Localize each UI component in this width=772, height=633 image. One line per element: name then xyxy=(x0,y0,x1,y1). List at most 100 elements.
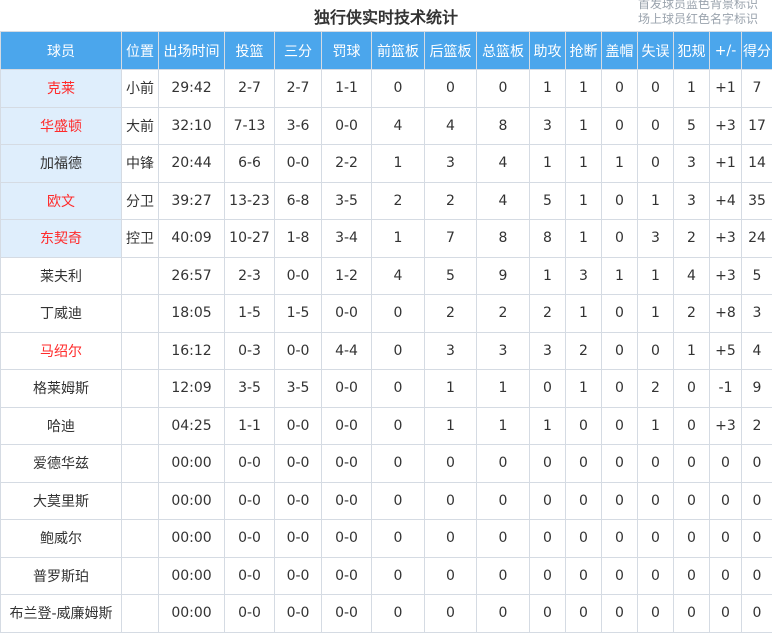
stat-cell: 0 xyxy=(742,482,772,520)
stat-cell: 1 xyxy=(566,107,602,145)
player-position xyxy=(122,407,159,445)
column-header[interactable]: 球员 xyxy=(1,32,122,70)
player-name[interactable]: 爱德华兹 xyxy=(1,445,122,483)
stat-cell: 0 xyxy=(372,557,425,595)
stat-cell: 0 xyxy=(674,557,710,595)
player-name[interactable]: 华盛顿 xyxy=(1,107,122,145)
stat-cell: 3 xyxy=(477,332,530,370)
stat-cell: 1 xyxy=(425,370,477,408)
stat-cell: 0 xyxy=(674,407,710,445)
stat-cell: 4 xyxy=(372,107,425,145)
stat-cell: 0 xyxy=(530,482,566,520)
column-header[interactable]: 失误 xyxy=(638,32,674,70)
player-position: 小前 xyxy=(122,70,159,108)
stat-cell: 1-8 xyxy=(275,220,322,258)
stat-cell: 0 xyxy=(602,482,638,520)
stat-cell: 0-0 xyxy=(225,595,275,633)
column-header[interactable]: 犯规 xyxy=(674,32,710,70)
stat-cell: +1 xyxy=(710,145,742,183)
stat-cell: 0 xyxy=(566,595,602,633)
player-name[interactable]: 布兰登-威廉姆斯 xyxy=(1,595,122,633)
stat-cell: 7-13 xyxy=(225,107,275,145)
stat-cell: 0-0 xyxy=(225,445,275,483)
column-header[interactable]: 位置 xyxy=(122,32,159,70)
stat-cell: 0 xyxy=(477,482,530,520)
header: 独行侠实时技术统计 首发球员蓝色背景标识 场上球员红色名字标识 xyxy=(0,0,772,31)
player-name[interactable]: 莱夫利 xyxy=(1,257,122,295)
stat-cell: 0-0 xyxy=(322,445,372,483)
stat-cell: 0-0 xyxy=(275,595,322,633)
stat-cell: 1-2 xyxy=(322,257,372,295)
stat-cell: 2-2 xyxy=(322,145,372,183)
stat-cell: 0 xyxy=(425,557,477,595)
table-row: 加福德中锋20:446-60-02-213411103+114 xyxy=(1,145,772,183)
stat-cell: 0 xyxy=(710,557,742,595)
stat-cell: +8 xyxy=(710,295,742,333)
stat-cell: 2 xyxy=(425,182,477,220)
stat-cell: 5 xyxy=(742,257,772,295)
column-header[interactable]: 助攻 xyxy=(530,32,566,70)
stat-cell: 0 xyxy=(638,145,674,183)
player-name[interactable]: 马绍尔 xyxy=(1,332,122,370)
column-header[interactable]: 抢断 xyxy=(566,32,602,70)
legend: 首发球员蓝色背景标识 场上球员红色名字标识 xyxy=(638,0,758,27)
stat-cell: 0 xyxy=(425,482,477,520)
player-name[interactable]: 鲍威尔 xyxy=(1,520,122,558)
player-name[interactable]: 欧文 xyxy=(1,182,122,220)
stat-cell: 20:44 xyxy=(159,145,225,183)
stat-cell: 0-0 xyxy=(275,145,322,183)
stat-cell: 24 xyxy=(742,220,772,258)
column-header[interactable]: 三分 xyxy=(275,32,322,70)
stat-cell: 0-0 xyxy=(322,520,372,558)
stat-cell: 0 xyxy=(530,370,566,408)
stat-cell: 0 xyxy=(372,370,425,408)
stat-cell: 2 xyxy=(425,295,477,333)
player-name[interactable]: 丁威迪 xyxy=(1,295,122,333)
column-header[interactable]: 前篮板 xyxy=(372,32,425,70)
stat-cell: 12:09 xyxy=(159,370,225,408)
stat-cell: 3-5 xyxy=(225,370,275,408)
stat-cell: 0-0 xyxy=(322,482,372,520)
player-position: 分卫 xyxy=(122,182,159,220)
player-name[interactable]: 东契奇 xyxy=(1,220,122,258)
stat-cell: 0-0 xyxy=(275,257,322,295)
stat-cell: 2 xyxy=(372,182,425,220)
stat-cell: 0 xyxy=(602,595,638,633)
stat-cell: 0 xyxy=(742,520,772,558)
column-header[interactable]: 后篮板 xyxy=(425,32,477,70)
stat-cell: 0-0 xyxy=(225,520,275,558)
stat-cell: 0-0 xyxy=(225,557,275,595)
stat-cell: 3 xyxy=(674,182,710,220)
stat-cell: 0 xyxy=(638,595,674,633)
column-header[interactable]: 盖帽 xyxy=(602,32,638,70)
stat-cell: 0 xyxy=(638,107,674,145)
player-name[interactable]: 哈迪 xyxy=(1,407,122,445)
stat-cell: 1 xyxy=(566,70,602,108)
player-name[interactable]: 加福德 xyxy=(1,145,122,183)
player-name[interactable]: 大莫里斯 xyxy=(1,482,122,520)
stat-cell: 0 xyxy=(710,482,742,520)
stat-cell: 0 xyxy=(566,520,602,558)
stat-cell: 00:00 xyxy=(159,482,225,520)
stat-cell: 3 xyxy=(425,145,477,183)
stat-cell: 0 xyxy=(602,182,638,220)
stat-cell: 2-3 xyxy=(225,257,275,295)
column-header[interactable]: 投篮 xyxy=(225,32,275,70)
legend-starter-note: 首发球员蓝色背景标识 xyxy=(638,0,758,12)
stat-cell: 1 xyxy=(530,70,566,108)
stat-cell: 0 xyxy=(425,520,477,558)
column-header[interactable]: 得分 xyxy=(742,32,772,70)
column-header[interactable]: 出场时间 xyxy=(159,32,225,70)
stat-cell: 5 xyxy=(425,257,477,295)
column-header[interactable]: 罚球 xyxy=(322,32,372,70)
stat-cell: 5 xyxy=(530,182,566,220)
stat-cell: 0 xyxy=(602,107,638,145)
stat-cell: 2 xyxy=(477,295,530,333)
player-name[interactable]: 克莱 xyxy=(1,70,122,108)
player-name[interactable]: 格莱姆斯 xyxy=(1,370,122,408)
table-row: 克莱小前29:422-72-71-100011001+17 xyxy=(1,70,772,108)
player-position xyxy=(122,482,159,520)
column-header[interactable]: +/- xyxy=(710,32,742,70)
column-header[interactable]: 总篮板 xyxy=(477,32,530,70)
player-name[interactable]: 普罗斯珀 xyxy=(1,557,122,595)
